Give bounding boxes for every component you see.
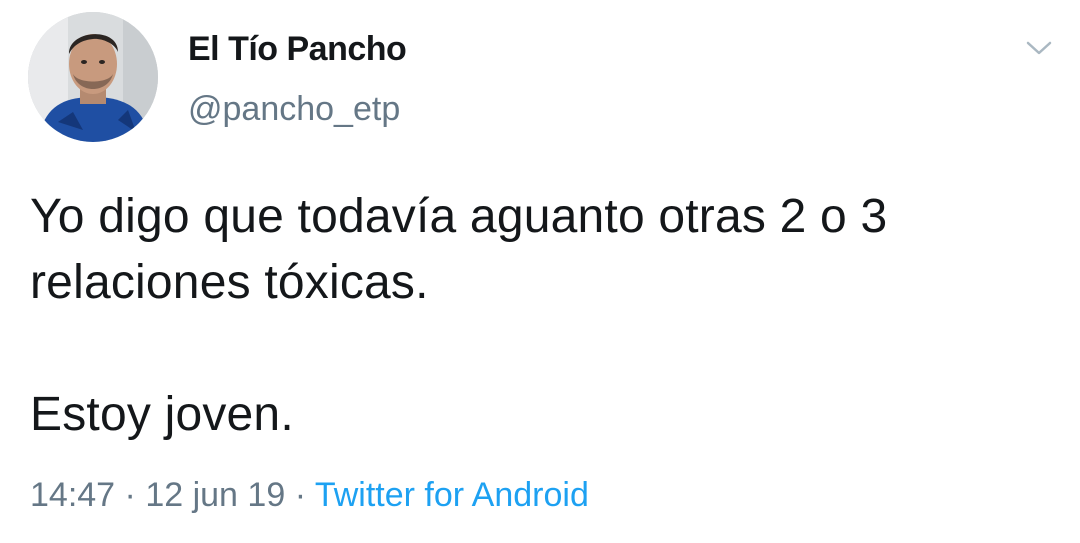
separator: · — [124, 476, 136, 514]
author-handle[interactable]: @pancho_etp — [188, 88, 400, 130]
tweet-date[interactable]: 12 jun 19 — [145, 476, 285, 514]
tweet-source-link[interactable]: Twitter for Android — [315, 476, 589, 514]
tweet-time[interactable]: 14:47 — [30, 476, 115, 514]
chevron-down-icon[interactable] — [1024, 36, 1054, 60]
tweet-text: Yo digo que todavía aguanto otras 2 o 3 … — [30, 190, 888, 441]
separator: · — [294, 476, 307, 514]
tweet-metadata: 14:47 · 12 jun 19 · Twitter for Android — [30, 474, 589, 516]
avatar[interactable] — [28, 12, 158, 142]
author-display-name[interactable]: El Tío Pancho — [188, 28, 407, 70]
avatar-photo — [28, 12, 158, 142]
